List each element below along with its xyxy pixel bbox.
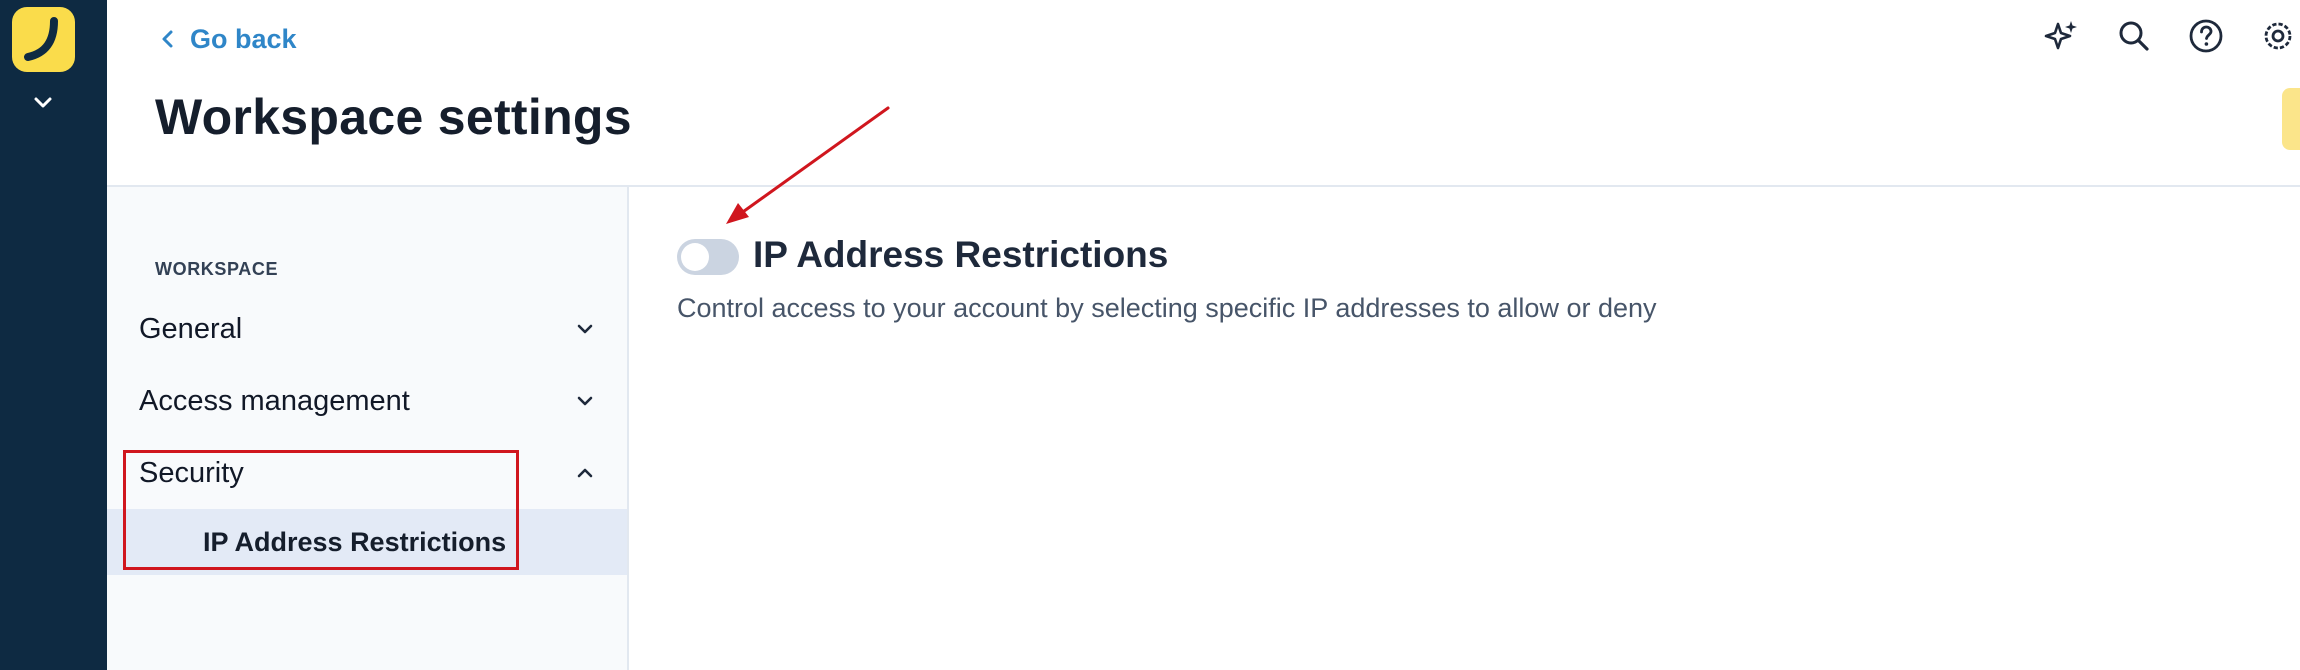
sidebar-item-label: Access management — [139, 384, 410, 417]
go-back-link[interactable]: Go back — [160, 21, 297, 57]
app-logo[interactable] — [12, 7, 75, 72]
sparkle-icon[interactable] — [2040, 14, 2084, 58]
gear-icon[interactable] — [2256, 14, 2300, 58]
chevron-down-icon — [577, 324, 593, 334]
annotation-highlight-box — [123, 450, 519, 570]
content-description: Control access to your account by select… — [677, 293, 1657, 323]
content-title: IP Address Restrictions — [753, 234, 1169, 275]
toggle-knob — [681, 243, 709, 271]
ip-restrictions-toggle[interactable] — [677, 239, 739, 275]
chevron-left-icon — [162, 30, 173, 48]
go-back-label: Go back — [190, 23, 297, 54]
left-rail — [0, 0, 107, 670]
logo-mark-icon — [24, 17, 58, 61]
page-title: Workspace settings — [155, 89, 632, 145]
sidebar-item-access-management[interactable]: Access management — [107, 371, 627, 431]
sidebar-item-label: General — [139, 312, 243, 345]
side-feedback-tab[interactable] — [2282, 88, 2300, 150]
chevron-down-icon[interactable] — [28, 88, 58, 118]
settings-sidebar: WORKSPACE General Access management Secu… — [107, 187, 629, 670]
chevron-up-icon — [577, 468, 593, 478]
help-icon[interactable] — [2184, 14, 2228, 58]
chevron-down-icon — [577, 396, 593, 406]
search-icon[interactable] — [2112, 14, 2156, 58]
sidebar-section-label: WORKSPACE — [155, 259, 279, 279]
sidebar-item-general[interactable]: General — [107, 299, 627, 359]
